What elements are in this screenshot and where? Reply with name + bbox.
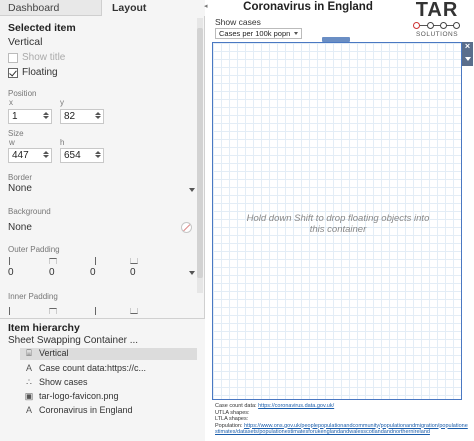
floating-checkbox[interactable] <box>8 68 18 78</box>
hierarchy-heading: Item hierarchy <box>8 322 80 334</box>
width-stepper-arrows[interactable] <box>43 150 49 162</box>
settings-scrollbar[interactable] <box>197 18 203 293</box>
hierarchy-item-label: tar-logo-favicon.png <box>39 391 119 401</box>
background-value: None <box>8 222 32 233</box>
hierarchy-root[interactable]: Sheet Swapping Container ... <box>8 335 138 346</box>
outer-padding-controls[interactable]: 0 0 0 0 <box>6 257 196 279</box>
show-cases-dropdown[interactable]: Cases per 100k popn <box>215 28 302 39</box>
logo-dot-icon <box>440 22 447 29</box>
dashboard-canvas: Coronavirus in England Show cases Cases … <box>212 0 474 441</box>
show-title-label: Show title <box>22 52 66 63</box>
y-stepper-arrows[interactable] <box>95 111 101 123</box>
height-input[interactable]: 654 <box>60 148 104 163</box>
text-icon: A <box>25 405 32 415</box>
padding-bottom-icon <box>130 308 138 314</box>
y-position-input[interactable]: 82 <box>60 109 104 124</box>
padding-right-icon <box>90 307 96 315</box>
image-icon: ▣ <box>24 391 34 401</box>
chevron-down-icon <box>189 188 195 192</box>
source-footer: Case count data: https://coronavirus.dat… <box>215 403 470 436</box>
inner-padding-controls[interactable] <box>6 305 196 315</box>
selected-item-name: Vertical <box>8 36 43 48</box>
height-stepper-arrows[interactable] <box>95 150 101 162</box>
logo-subtitle: SOLUTIONS <box>415 31 459 38</box>
show-title-checkbox[interactable] <box>8 53 18 63</box>
chevron-down-icon <box>189 271 195 275</box>
padding-top-icon <box>49 308 57 314</box>
outer-padding-label: Outer Padding <box>8 245 60 254</box>
tar-logo[interactable]: TAR SOLUTIONS <box>410 0 464 42</box>
hierarchy-item-label: Case count data:https://c... <box>39 363 147 373</box>
padding-bottom-value: 0 <box>130 267 136 278</box>
logo-dot-icon <box>453 22 460 29</box>
population-source-line: Population: https://www.ons.gov.uk/peopl… <box>215 423 470 436</box>
logo-dot-icon <box>413 22 420 29</box>
drop-hint: Hold down Shift to drop floating objects… <box>246 213 430 235</box>
w-label: w <box>9 138 15 147</box>
position-label: Position <box>8 89 37 98</box>
width-value: 447 <box>12 150 29 161</box>
background-dropdown[interactable]: None <box>6 222 196 235</box>
width-input[interactable]: 447 <box>8 148 52 163</box>
tab-dashboard[interactable]: Dashboard <box>0 0 101 16</box>
parameter-icon: ∴ <box>26 377 32 387</box>
size-label: Size <box>8 129 24 138</box>
item-hierarchy: Item hierarchy Sheet Swapping Container … <box>0 318 205 441</box>
height-value: 654 <box>64 150 81 161</box>
inner-padding-label: Inner Padding <box>8 292 58 301</box>
container-toolbar[interactable]: × <box>462 41 473 66</box>
x-label: x <box>9 98 13 107</box>
x-position-value: 1 <box>12 111 18 122</box>
population-source-label: Population: <box>215 422 245 429</box>
hierarchy-item-label: Vertical <box>39 348 69 358</box>
layout-settings: Selected item Vertical Show title Floati… <box>0 16 205 316</box>
padding-left-value: 0 <box>8 267 14 278</box>
show-cases-value: Cases per 100k popn <box>219 29 291 38</box>
border-value: None <box>8 183 32 194</box>
h-label: h <box>60 138 65 147</box>
x-stepper-arrows[interactable] <box>43 111 49 123</box>
border-label: Border <box>8 173 33 182</box>
no-color-icon <box>181 222 192 233</box>
border-dropdown[interactable]: None <box>6 183 196 196</box>
pane-tabs: Dashboard Layout <box>0 0 205 16</box>
padding-top-value: 0 <box>49 267 55 278</box>
case-source-label: Case count data: <box>215 403 259 409</box>
padding-left-icon <box>9 257 15 265</box>
hierarchy-item-label: Coronavirus in England <box>39 405 133 415</box>
chevron-down-icon <box>294 32 298 35</box>
text-icon: A <box>25 363 32 373</box>
background-label: Background <box>8 207 51 216</box>
logo-dot-icon <box>427 22 434 29</box>
floating-label: Floating <box>22 67 58 78</box>
population-source-link[interactable]: https://www.ons.gov.uk/peoplepopulationa… <box>215 423 468 436</box>
hierarchy-item-label: Show cases <box>39 377 88 387</box>
selected-item-heading: Selected item <box>8 22 76 34</box>
x-position-input[interactable]: 1 <box>8 109 52 124</box>
dashboard-title[interactable]: Coronavirus in England <box>212 1 404 13</box>
padding-bottom-icon <box>130 258 138 264</box>
case-source-link[interactable]: https://coronavirus.data.gov.uk/ <box>258 403 334 409</box>
close-icon[interactable]: × <box>462 41 473 51</box>
logo-wordmark: TAR <box>415 0 459 21</box>
padding-right-icon <box>90 257 96 265</box>
vertical-container[interactable]: Hold down Shift to drop floating objects… <box>212 42 462 400</box>
padding-left-icon <box>9 307 15 315</box>
tab-layout[interactable]: Layout <box>101 0 205 16</box>
layout-vertical-icon: ⌸ <box>26 348 32 358</box>
show-cases-label: Show cases <box>215 17 261 27</box>
padding-top-icon <box>49 258 57 264</box>
pane-collapse-icon[interactable]: ◂ <box>204 2 208 10</box>
y-position-value: 82 <box>64 111 76 122</box>
scrollbar-thumb[interactable] <box>197 28 203 278</box>
layout-pane: Dashboard Layout Selected item Vertical … <box>0 0 205 441</box>
padding-right-value: 0 <box>90 267 96 278</box>
more-options-icon[interactable] <box>465 57 471 61</box>
y-label: y <box>60 98 64 107</box>
hierarchy-item-vertical[interactable]: ⌸ Vertical <box>20 348 197 360</box>
